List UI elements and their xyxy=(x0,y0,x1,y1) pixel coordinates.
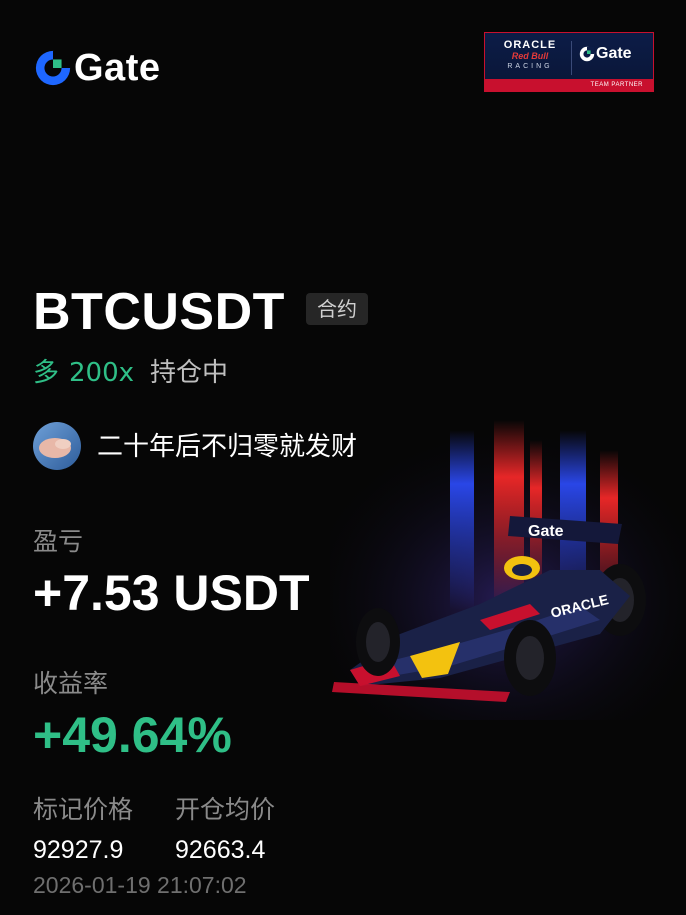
badge-gate-text: Gate xyxy=(596,45,632,62)
position-status: 持仓中 xyxy=(150,358,229,388)
user-nickname: 二十年后不归零就发财 xyxy=(97,432,358,462)
gate-logo-icon xyxy=(579,46,595,62)
badge-gate-logo: Gate xyxy=(579,45,632,63)
entry-price-value: 92663.4 xyxy=(175,836,266,864)
mark-price-value: 92927.9 xyxy=(33,836,124,864)
pnl-value: +7.53 USDT xyxy=(33,565,310,621)
trading-pair: BTCUSDT xyxy=(33,283,285,341)
team-partner-badge: ORACLE Red Bull RACING Gate TEAM PARTNER xyxy=(484,32,654,92)
avatar xyxy=(33,422,81,470)
position-direction-row: 多 200x 持仓中 xyxy=(33,352,228,389)
oracle-text: ORACLE xyxy=(503,39,557,51)
direction-long: 多 xyxy=(33,358,60,388)
mark-price-label: 标记价格 xyxy=(33,795,134,824)
racing-text: RACING xyxy=(507,63,553,70)
contract-tag: 合约 xyxy=(306,293,368,325)
oracle-redbull-mark: ORACLE Red Bull RACING xyxy=(493,39,567,77)
logo-wordmark: Gate xyxy=(74,47,161,89)
timestamp: 2026-01-19 21:07:02 xyxy=(33,872,247,898)
redbull-text: Red Bull xyxy=(511,51,549,61)
avatar-image xyxy=(33,422,81,470)
f1-car-illustration: Gate ORACLE xyxy=(330,420,686,720)
roi-label: 收益率 xyxy=(33,669,109,698)
team-partner-label: TEAM PARTNER xyxy=(485,79,653,91)
entry-price-label: 开仓均价 xyxy=(175,795,276,824)
badge-divider xyxy=(571,41,572,75)
pnl-label: 盈亏 xyxy=(33,527,84,556)
gate-logo: Gate xyxy=(34,48,160,88)
roi-value: +49.64% xyxy=(33,707,232,763)
leverage: 200x xyxy=(69,358,135,388)
svg-text:Gate: Gate xyxy=(528,523,564,540)
gate-logo-icon xyxy=(35,50,71,86)
